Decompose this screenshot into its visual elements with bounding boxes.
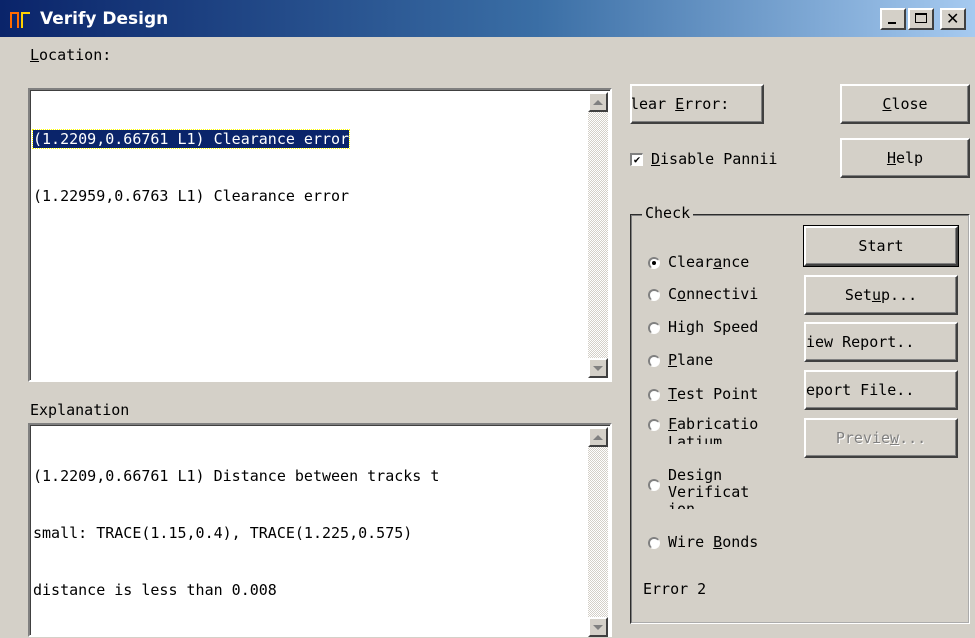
radio-button[interactable] bbox=[648, 257, 660, 269]
report-file-button[interactable]: eport File.. bbox=[804, 370, 958, 410]
radio-test-point[interactable]: Test Point bbox=[648, 385, 758, 403]
setup-button[interactable]: Setup... bbox=[804, 275, 958, 315]
scroll-up-button[interactable] bbox=[588, 92, 608, 112]
list-item[interactable]: (1.2209,0.66761 L1) Clearance error bbox=[32, 129, 351, 149]
location-list-body: (1.2209,0.66761 L1) Clearance error (1.2… bbox=[32, 92, 588, 378]
arrow-up-icon bbox=[593, 434, 603, 440]
radio-connectivity[interactable]: Connectivi bbox=[648, 285, 758, 303]
location-label: Location: bbox=[30, 46, 112, 64]
explanation-scrollbar[interactable] bbox=[588, 427, 608, 637]
list-item[interactable]: (1.22959,0.6763 L1) Clearance error bbox=[33, 187, 349, 205]
arrow-down-icon bbox=[593, 624, 603, 630]
arrow-down-icon bbox=[593, 365, 603, 371]
explanation-label: Explanation bbox=[30, 401, 130, 419]
app-icon bbox=[10, 12, 30, 28]
explanation-box[interactable]: (1.2209,0.66761 L1) Distance between tra… bbox=[28, 423, 612, 637]
radio-button[interactable] bbox=[648, 322, 660, 334]
disable-panning-label: Disable Pannii bbox=[651, 150, 778, 168]
scroll-up-button[interactable] bbox=[588, 427, 608, 447]
radio-button[interactable] bbox=[648, 419, 660, 431]
arrow-up-icon bbox=[593, 99, 603, 105]
minimize-icon bbox=[888, 22, 896, 24]
radio-button[interactable] bbox=[648, 355, 660, 367]
window-title: Verify Design bbox=[40, 9, 169, 29]
radio-button[interactable] bbox=[648, 389, 660, 401]
close-icon: ✕ bbox=[946, 9, 960, 28]
view-report-button[interactable]: iew Report.. bbox=[804, 322, 958, 362]
radio-plane[interactable]: Plane bbox=[648, 351, 713, 369]
radio-wire-bonds[interactable]: Wire Bonds bbox=[648, 533, 758, 551]
maximize-icon bbox=[915, 13, 927, 23]
radio-button[interactable] bbox=[648, 479, 660, 491]
location-list[interactable]: (1.2209,0.66761 L1) Clearance error (1.2… bbox=[28, 88, 612, 382]
preview-button[interactable]: Preview... bbox=[804, 418, 958, 458]
clear-errors-button[interactable]: lear Error: bbox=[630, 84, 764, 124]
error-count-status: Error 2 bbox=[643, 580, 707, 598]
disable-panning-checkbox[interactable]: ✔ Disable Pannii bbox=[630, 150, 838, 168]
help-button[interactable]: Help bbox=[840, 138, 970, 178]
scroll-down-button[interactable] bbox=[588, 617, 608, 637]
minimize-button[interactable] bbox=[880, 8, 906, 30]
explanation-text: (1.2209,0.66761 L1) Distance between tra… bbox=[33, 467, 440, 599]
radio-fabrication[interactable]: Fabricatio Latium bbox=[648, 415, 758, 444]
radio-button[interactable] bbox=[648, 289, 660, 301]
start-button[interactable]: Start bbox=[803, 225, 959, 267]
scroll-down-button[interactable] bbox=[588, 358, 608, 378]
maximize-button[interactable] bbox=[908, 8, 934, 30]
location-scrollbar[interactable] bbox=[588, 92, 608, 378]
checkbox-box[interactable]: ✔ bbox=[630, 152, 643, 166]
close-button[interactable]: Close bbox=[840, 84, 970, 124]
radio-high-speed[interactable]: High Speed bbox=[648, 318, 798, 336]
radio-button[interactable] bbox=[648, 537, 660, 549]
checkmark-icon: ✔ bbox=[633, 153, 641, 166]
close-window-button[interactable]: ✕ bbox=[940, 8, 966, 30]
radio-design-verification[interactable]: Design Verificat ion bbox=[648, 467, 749, 509]
check-group-label: Check bbox=[642, 204, 694, 222]
radio-clearance[interactable]: Clearance bbox=[648, 253, 749, 271]
